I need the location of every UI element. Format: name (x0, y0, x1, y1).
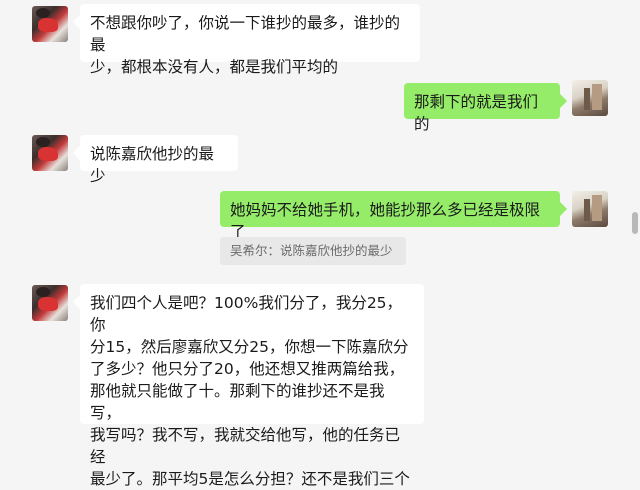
contact-avatar[interactable] (32, 135, 68, 171)
message-bubble-outgoing[interactable]: 她妈妈不给她手机，她能抄那么多已经是极限了 (220, 191, 560, 241)
message-bubble-outgoing[interactable]: 那剩下的就是我们的 (404, 83, 560, 133)
contact-avatar[interactable] (32, 285, 68, 321)
message-bubble-incoming[interactable]: 我们四个人是吧？100%我们分了，我分25，你 分15，然后廖嘉欣又分25，你想… (80, 284, 424, 488)
contact-avatar[interactable] (32, 6, 68, 42)
message-bubble-incoming[interactable]: 不想跟你吵了，你说一下谁抄的最多，谁抄的最 少，都根本没有人，都是我们平均的 (80, 4, 420, 76)
message-bubble-incoming[interactable]: 说陈嘉欣他抄的最少 (80, 135, 238, 185)
scrollbar-thumb[interactable] (632, 212, 638, 234)
quoted-message[interactable]: 吴希尔：说陈嘉欣他抄的最少 (220, 237, 406, 265)
my-avatar[interactable] (572, 80, 608, 116)
my-avatar[interactable] (572, 191, 608, 227)
